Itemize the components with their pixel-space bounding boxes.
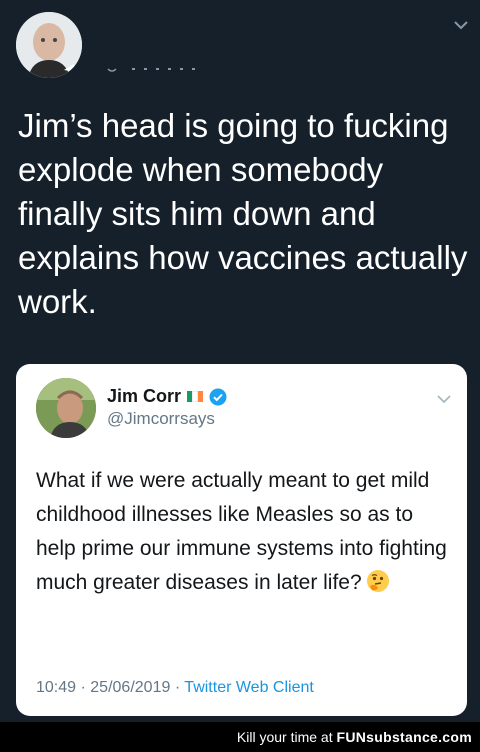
tweet-time[interactable]: 10:49	[36, 679, 76, 696]
user-handle[interactable]: @Jimcorrsays	[107, 409, 215, 429]
quoted-tweet-text: What if we were actually meant to get mi…	[36, 464, 456, 600]
meta-separator: ·	[174, 679, 181, 696]
outer-tweet: Jim’s head is going to fucking explode w…	[0, 0, 480, 722]
meta-separator: ·	[80, 679, 86, 696]
tweet-text: Jim’s head is going to fucking explode w…	[18, 107, 468, 320]
display-name-row: Jim Corr	[107, 386, 227, 407]
footer-brand[interactable]: FUNsubstance.com	[337, 729, 473, 745]
chevron-down-icon[interactable]	[436, 392, 452, 404]
verified-badge-icon	[209, 388, 227, 406]
ireland-flag-icon	[187, 391, 204, 402]
footer-tagline: Kill your time at	[236, 729, 333, 745]
watermark-footer: Kill your time at FUNsubstance.com	[0, 722, 480, 752]
tweet-client-link[interactable]: Twitter Web Client	[184, 679, 314, 696]
tweet-meta: 10:49 · 25/06/2019 · Twitter Web Client	[36, 679, 314, 697]
display-name[interactable]: Jim Corr	[107, 386, 181, 407]
thinking-face-icon	[366, 569, 390, 593]
tweet-date[interactable]: 25/06/2019	[90, 679, 170, 696]
quoted-tweet-card[interactable]: Jim Corr @Jimcorrsays What if we were ac…	[16, 364, 467, 716]
chevron-down-icon[interactable]	[452, 18, 470, 32]
avatar[interactable]	[16, 12, 82, 78]
redacted-username	[104, 62, 204, 74]
avatar[interactable]	[36, 378, 96, 438]
